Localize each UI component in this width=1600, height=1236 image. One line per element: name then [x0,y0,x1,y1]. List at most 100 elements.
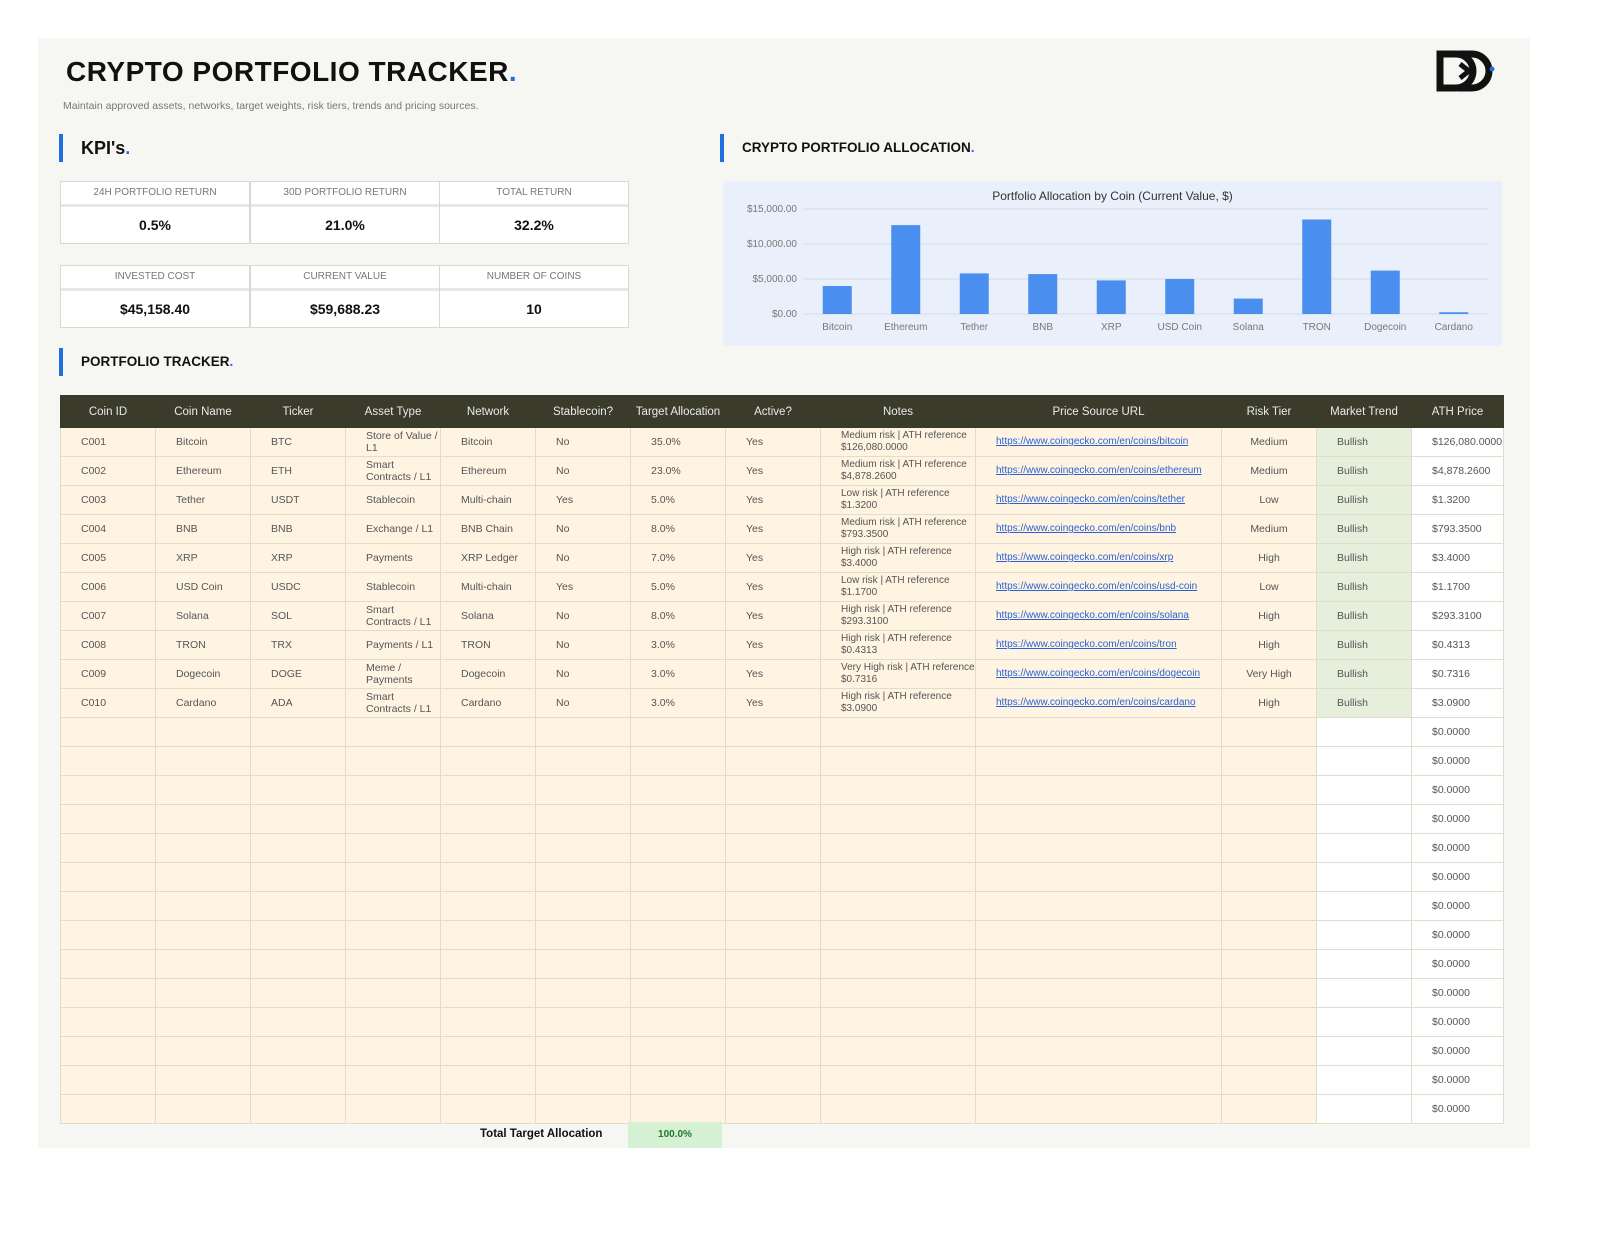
empty-table-row[interactable]: $0.0000 [60,891,1504,921]
table-cell[interactable]: Multi-chain [440,572,536,602]
table-cell[interactable] [155,1036,251,1066]
table-cell[interactable]: C004 [60,514,156,544]
empty-table-row[interactable]: $0.0000 [60,804,1504,834]
table-cell[interactable] [630,804,726,834]
table-cell[interactable] [630,833,726,863]
column-header[interactable]: Coin ID [60,395,156,428]
table-cell[interactable] [820,949,976,979]
table-cell[interactable] [975,978,1222,1008]
table-cell[interactable]: High risk | ATH reference $3.0900 [820,688,976,718]
table-cell[interactable]: $0.0000 [1411,1094,1504,1124]
table-cell[interactable]: High risk | ATH reference $0.4313 [820,630,976,660]
table-cell[interactable] [820,1007,976,1037]
table-cell[interactable]: C005 [60,543,156,573]
table-cell[interactable] [975,746,1222,776]
table-cell[interactable]: Medium risk | ATH reference $4,878.2600 [820,456,976,486]
table-cell[interactable] [1221,1065,1317,1095]
table-cell[interactable] [820,775,976,805]
column-header[interactable]: Ticker [250,395,346,428]
table-cell[interactable]: $4,878.2600 [1411,456,1504,486]
table-cell[interactable]: $0.0000 [1411,746,1504,776]
table-cell[interactable] [60,775,156,805]
table-cell[interactable] [60,978,156,1008]
table-cell[interactable] [535,1036,631,1066]
table-cell[interactable] [345,862,441,892]
table-cell[interactable]: Bullish [1316,630,1412,660]
empty-table-row[interactable]: $0.0000 [60,1036,1504,1066]
table-cell[interactable]: Multi-chain [440,485,536,515]
table-cell[interactable] [630,1065,726,1095]
table-cell[interactable] [630,862,726,892]
bar-xrp[interactable] [1096,280,1126,314]
table-cell[interactable] [1221,1007,1317,1037]
table-cell[interactable] [250,862,346,892]
table-cell[interactable] [975,1065,1222,1095]
table-cell[interactable] [1221,1036,1317,1066]
table-cell[interactable]: BNB [250,514,346,544]
table-cell[interactable]: BNB Chain [440,514,536,544]
table-cell[interactable]: Bullish [1316,485,1412,515]
table-cell[interactable]: High [1221,688,1317,718]
column-header[interactable]: ATH Price [1411,395,1504,428]
table-cell[interactable] [820,717,976,747]
table-cell[interactable] [975,833,1222,863]
table-cell[interactable] [440,920,536,950]
table-cell[interactable] [1316,891,1412,921]
column-header[interactable]: Asset Type [345,395,441,428]
table-cell[interactable] [535,1007,631,1037]
table-row[interactable]: C003 Tether USDT Stablecoin Multi-chain Yes 5.… [60,485,1504,515]
table-cell[interactable]: Stablecoin [345,485,441,515]
table-cell[interactable] [1221,891,1317,921]
table-cell[interactable]: Bullish [1316,514,1412,544]
column-header[interactable]: Network [440,395,536,428]
empty-table-row[interactable]: $0.0000 [60,775,1504,805]
table-cell[interactable]: https://www.coingecko.com/en/coins/dogec… [975,659,1222,689]
table-cell[interactable] [820,1065,976,1095]
table-cell[interactable] [1221,1094,1317,1124]
price-source-link[interactable]: https://www.coingecko.com/en/coins/usd-c… [996,581,1197,592]
table-cell[interactable] [155,891,251,921]
bar-tron[interactable] [1302,219,1332,315]
empty-table-row[interactable]: $0.0000 [60,717,1504,747]
table-cell[interactable]: Medium [1221,427,1317,457]
table-cell[interactable]: https://www.coingecko.com/en/coins/xrp [975,543,1222,573]
table-cell[interactable]: $0.0000 [1411,920,1504,950]
table-cell[interactable]: XRP [155,543,251,573]
table-cell[interactable]: Medium risk | ATH reference $126,080.000… [820,427,976,457]
table-cell[interactable] [630,775,726,805]
table-cell[interactable] [975,891,1222,921]
table-cell[interactable]: $0.0000 [1411,775,1504,805]
table-cell[interactable] [60,804,156,834]
empty-table-row[interactable]: $0.0000 [60,862,1504,892]
table-cell[interactable]: Yes [725,688,821,718]
table-cell[interactable]: Yes [535,572,631,602]
table-cell[interactable]: https://www.coingecko.com/en/coins/ether… [975,456,1222,486]
table-cell[interactable] [1221,804,1317,834]
table-cell[interactable] [975,920,1222,950]
table-cell[interactable] [1316,920,1412,950]
table-cell[interactable]: Medium [1221,456,1317,486]
table-row[interactable]: C010 Cardano ADA Smart Contracts / L1 Cardan… [60,688,1504,718]
bar-ethereum[interactable] [891,225,921,314]
bar-solana[interactable] [1233,298,1263,314]
table-cell[interactable] [60,949,156,979]
table-cell[interactable] [60,891,156,921]
column-header[interactable]: Risk Tier [1221,395,1317,428]
table-cell[interactable]: 7.0% [630,543,726,573]
table-cell[interactable]: 5.0% [630,485,726,515]
table-row[interactable]: C002 Ethereum ETH Smart Contracts / L1 Ether… [60,456,1504,486]
table-cell[interactable]: $1.3200 [1411,485,1504,515]
table-cell[interactable]: Yes [725,601,821,631]
table-cell[interactable] [1221,717,1317,747]
table-cell[interactable] [440,833,536,863]
table-cell[interactable] [440,1094,536,1124]
table-cell[interactable] [155,920,251,950]
table-cell[interactable]: BNB [155,514,251,544]
empty-table-row[interactable]: $0.0000 [60,1007,1504,1037]
table-cell[interactable]: SOL [250,601,346,631]
table-cell[interactable] [60,717,156,747]
table-cell[interactable]: 3.0% [630,688,726,718]
table-cell[interactable]: Yes [535,485,631,515]
column-header[interactable]: Notes [820,395,976,428]
table-cell[interactable] [1316,1007,1412,1037]
